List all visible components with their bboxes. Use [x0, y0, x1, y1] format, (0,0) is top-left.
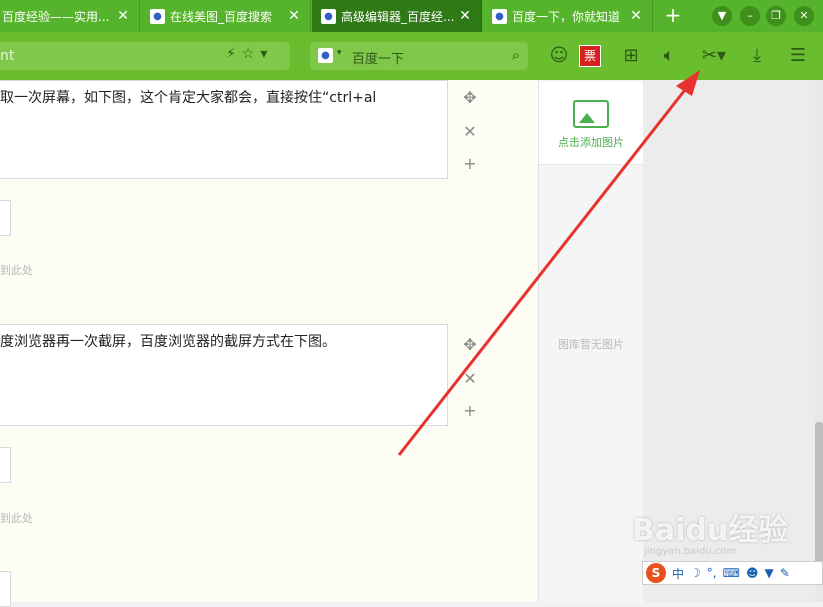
annotation-arrow [397, 70, 700, 456]
